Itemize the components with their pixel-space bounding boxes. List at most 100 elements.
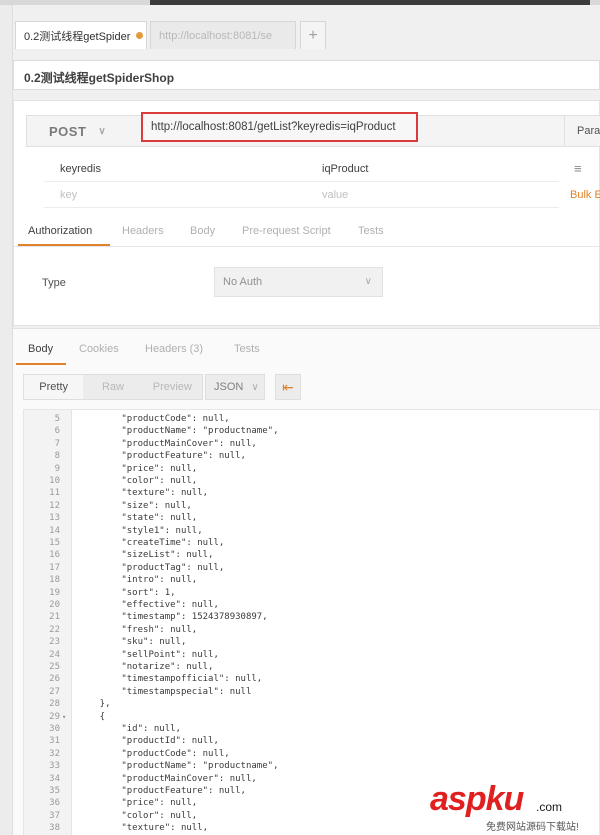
- param-value[interactable]: iqProduct: [322, 163, 368, 175]
- line-number: 38: [49, 823, 60, 834]
- code-text: "notarize": null,: [78, 662, 214, 672]
- code-text: "color": null,: [78, 810, 198, 821]
- code-text: {: [78, 711, 106, 722]
- line-number: 26: [49, 674, 60, 685]
- code-text: "texture": null,: [78, 488, 209, 499]
- tab-response-body[interactable]: Body: [28, 343, 53, 355]
- param-key[interactable]: keyredis: [60, 163, 101, 175]
- params-button[interactable]: Params: [564, 116, 600, 146]
- watermark-brand: aspku: [430, 780, 524, 818]
- line-number: 11: [49, 488, 60, 499]
- line-number: 22: [49, 624, 60, 635]
- line-number: 16: [49, 550, 60, 561]
- format-type-select[interactable]: JSON ∨: [205, 374, 265, 400]
- pretty-button[interactable]: Pretty: [24, 375, 84, 399]
- format-toggle: Pretty Raw Preview: [23, 374, 203, 400]
- code-text: "productCode": null,: [78, 414, 230, 424]
- url-input[interactable]: http://localhost:8081/getList?keyredis=i…: [141, 112, 418, 142]
- code-text: "productMainCover": null,: [78, 438, 257, 449]
- tab-headers[interactable]: Headers: [122, 225, 164, 237]
- fold-caret-icon[interactable]: ▾: [62, 711, 66, 723]
- active-tab-underline: [18, 244, 110, 246]
- divider: [314, 181, 559, 182]
- tab-cookies[interactable]: Cookies: [79, 343, 119, 355]
- line-number: 24: [49, 649, 60, 660]
- method-selector[interactable]: POST ∨: [27, 116, 127, 146]
- window-top-strip: [0, 0, 600, 5]
- preview-button[interactable]: Preview: [143, 375, 202, 399]
- response-code-viewer[interactable]: 5 "productCode": null, 6 "productName": "…: [23, 409, 600, 835]
- line-number: 20: [49, 600, 60, 610]
- line-number: 25: [49, 662, 60, 672]
- code-text: "size": null,: [78, 500, 192, 511]
- code-text: "intro": null,: [78, 575, 198, 586]
- tab-label: http://localhost:8081/se: [159, 29, 273, 42]
- line-number: 34: [49, 773, 60, 784]
- line-number: 9: [54, 463, 60, 474]
- code-text: "timestampofficial": null,: [78, 674, 263, 685]
- line-number: 19: [49, 587, 60, 598]
- line-number: 12: [49, 500, 60, 511]
- param-value-placeholder[interactable]: value: [322, 189, 348, 201]
- auth-type-label: Type: [42, 277, 66, 289]
- line-number: 5: [54, 414, 60, 424]
- code-text: "productName": "productname",: [78, 761, 279, 772]
- line-number: 29: [49, 711, 60, 722]
- line-number: 15: [49, 538, 60, 548]
- param-key-placeholder[interactable]: key: [60, 189, 77, 201]
- active-tab-underline: [16, 363, 66, 365]
- code-text: "sort": 1,: [78, 587, 176, 598]
- tab-response-headers[interactable]: Headers (3): [145, 343, 203, 355]
- line-number: 35: [49, 786, 60, 796]
- tab-pre-request-script[interactable]: Pre-request Script: [242, 225, 331, 237]
- code-text: "price": null,: [78, 798, 198, 809]
- auth-type-select[interactable]: No Auth ∨: [214, 267, 383, 297]
- code-text: "color": null,: [78, 476, 198, 486]
- code-text: "productFeature": null,: [78, 451, 246, 462]
- chevron-down-icon: ∨: [98, 125, 107, 137]
- code-text: "texture": null,: [78, 823, 209, 834]
- raw-button[interactable]: Raw: [83, 375, 142, 399]
- code-text: "productCode": null,: [78, 748, 230, 759]
- method-label: POST: [49, 123, 87, 139]
- tab-label: 0.2测试线程getSpider: [24, 30, 131, 43]
- code-text: "state": null,: [78, 513, 198, 524]
- tab-response-tests[interactable]: Tests: [234, 343, 260, 355]
- hamburger-menu-icon[interactable]: ≡: [574, 161, 582, 176]
- chevron-down-icon: ∨: [364, 276, 372, 287]
- line-number: 30: [49, 724, 60, 734]
- url-bar: POST ∨ http://localhost:8081/getList?key…: [26, 112, 600, 147]
- code-text: "id": null,: [78, 724, 181, 734]
- line-number: 33: [49, 761, 60, 772]
- code-text: "fresh": null,: [78, 624, 198, 635]
- code-text: "productTag": null,: [78, 562, 225, 573]
- bulk-edit-link[interactable]: Bulk E: [570, 189, 600, 201]
- wrap-lines-icon[interactable]: ⇤: [275, 374, 301, 400]
- tab-authorization[interactable]: Authorization: [28, 225, 92, 237]
- code-text: "createTime": null,: [78, 538, 225, 548]
- line-number: 28: [49, 699, 60, 710]
- format-type-value: JSON: [214, 381, 244, 393]
- url-text: http://localhost:8081/getList?keyredis=i…: [151, 121, 396, 133]
- tab-body[interactable]: Body: [190, 225, 215, 237]
- code-text: "style1": null,: [78, 525, 203, 536]
- request-tab-bar: 0.2测试线程getSpider http://localhost:8081/s…: [13, 18, 600, 50]
- line-number: 13: [49, 513, 60, 524]
- request-name-title: 0.2测试线程getSpiderShop: [13, 60, 600, 90]
- chevron-down-icon: ∨: [251, 381, 259, 393]
- watermark-tagline: 免费网站源码下载站!: [486, 822, 579, 833]
- tab-tests[interactable]: Tests: [358, 225, 384, 237]
- line-number: 17: [49, 562, 60, 573]
- line-number: 27: [49, 686, 60, 697]
- code-text: "sku": null,: [78, 637, 187, 648]
- tab-request-active[interactable]: 0.2测试线程getSpider: [15, 21, 147, 49]
- divider: [44, 181, 314, 182]
- left-sidebar-rail[interactable]: [0, 5, 13, 835]
- auth-type-value: No Auth: [223, 276, 263, 288]
- tab-request-inactive[interactable]: http://localhost:8081/se: [150, 21, 296, 49]
- line-number: 14: [49, 525, 60, 536]
- plus-icon[interactable]: +: [300, 21, 326, 49]
- response-panel: Body Cookies Headers (3) Tests Pretty Ra…: [13, 328, 600, 835]
- code-text: "productFeature": null,: [78, 786, 246, 796]
- line-number: 32: [49, 748, 60, 759]
